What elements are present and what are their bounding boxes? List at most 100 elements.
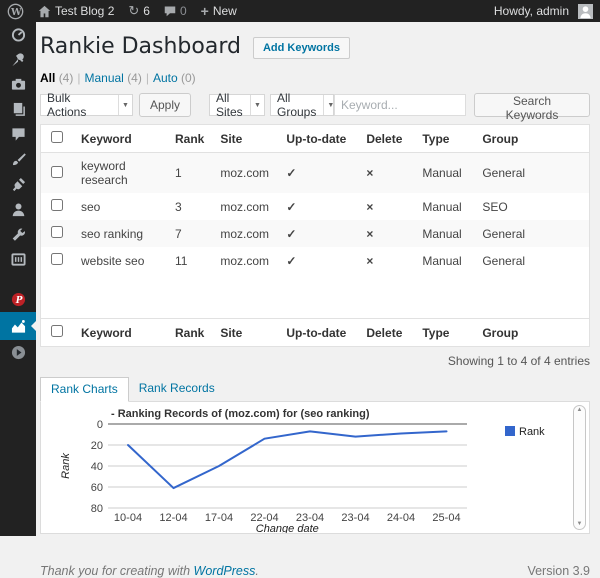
keyword-search-input[interactable] [334,94,466,116]
apply-button[interactable]: Apply [139,93,191,117]
table-row: seo 3 moz.com ✓ × Manual SEO [41,193,590,220]
svg-text:20: 20 [91,440,103,452]
rank-line-chart: 02040608010-0412-0417-0422-0423-0423-042… [55,405,587,533]
sidebar-item-settings[interactable] [0,247,36,272]
scroll-up-icon[interactable]: ▲ [577,406,583,415]
select-all-checkbox[interactable] [51,131,63,143]
svg-text:0: 0 [97,419,103,431]
new-content-menu[interactable]: + New [194,0,244,22]
version-text: Version 3.9 [527,564,590,578]
cell-keyword: website seo [73,247,167,274]
svg-text:60: 60 [91,482,103,494]
add-keywords-button[interactable]: Add Keywords [253,37,350,59]
all-groups-value: All Groups [277,91,316,119]
col-group: Group [474,319,589,347]
howdy-text: Howdy, admin [494,4,569,18]
settings-panel-icon [11,252,26,267]
chart-scrollbar[interactable]: ▲ ▼ [573,405,586,530]
svg-text:40: 40 [91,461,103,473]
tab-rank-charts[interactable]: Rank Charts [40,377,129,402]
col-delete: Delete [358,319,414,347]
col-keyword: Keyword [73,319,167,347]
my-account-menu[interactable]: Howdy, admin [487,0,600,22]
row-checkbox[interactable] [51,253,63,265]
updates-icon: ↻ [128,3,139,19]
sidebar-item-appearance[interactable] [0,147,36,172]
avatar [578,4,593,19]
update-count: 6 [143,4,150,18]
svg-text:Rank: Rank [519,426,545,438]
filter-separator: | [77,71,80,85]
comments-icon [164,5,176,17]
dashboard-icon [11,27,26,42]
plus-icon: + [201,3,209,19]
svg-text:17-04: 17-04 [205,512,233,524]
wordpress-link[interactable]: WordPress [194,564,256,578]
tab-rank-records[interactable]: Rank Records [129,377,225,401]
cell-rank: 1 [167,153,212,194]
sidebar-separator [0,272,36,287]
wp-logo-menu[interactable]: W [0,0,31,22]
uptodate-check-icon: ✓ [278,193,358,220]
rank-chart-icon [11,319,26,334]
cell-rank: 3 [167,193,212,220]
updates-menu[interactable]: ↻ 6 [121,0,157,22]
media-icon [11,77,26,92]
all-sites-select[interactable]: All Sites ▼ [209,94,265,116]
sidebar-item-dashboard[interactable] [0,22,36,47]
cell-site: moz.com [212,153,278,194]
admin-menu: P [0,22,36,536]
all-sites-value: All Sites [216,91,243,119]
svg-text:Change date: Change date [256,523,319,533]
sidebar-item-pages[interactable] [0,97,36,122]
filter-all[interactable]: All (4) [40,71,73,85]
cell-type: Manual [414,193,474,220]
svg-text:23-04: 23-04 [341,512,369,524]
row-checkbox[interactable] [51,199,63,211]
filter-links: All (4)|Manual (4)|Auto (0) [40,71,590,85]
sidebar-item-comments[interactable] [0,122,36,147]
sidebar-item-rankie[interactable] [0,312,36,340]
select-all-checkbox[interactable] [51,325,63,337]
sidebar-item-media[interactable] [0,72,36,97]
col-site: Site [212,319,278,347]
svg-text:10-04: 10-04 [114,512,142,524]
svg-text:24-04: 24-04 [387,512,415,524]
col-uptodate: Up-to-date [278,125,358,153]
row-checkbox[interactable] [51,166,63,178]
svg-text:25-04: 25-04 [432,512,460,524]
all-groups-select[interactable]: All Groups ▼ [270,94,334,116]
bulk-actions-value: Bulk Actions [47,91,111,119]
cell-group: General [474,220,589,247]
svg-text:80: 80 [91,503,103,515]
search-keywords-button[interactable]: Search Keywords [474,93,590,117]
site-name: Test Blog 2 [55,4,114,18]
site-name-menu[interactable]: Test Blog 2 [31,0,121,22]
sidebar-item-posts[interactable] [0,47,36,72]
cell-site: moz.com [212,193,278,220]
row-checkbox[interactable] [51,226,63,238]
cell-keyword: seo [73,193,167,220]
delete-x-icon[interactable]: × [358,193,414,220]
cell-site: moz.com [212,220,278,247]
plug-icon [11,177,26,192]
cell-type: Manual [414,220,474,247]
scroll-down-icon[interactable]: ▼ [577,520,583,529]
filter-manual[interactable]: Manual (4) [84,71,141,85]
sidebar-item-plugins[interactable] [0,172,36,197]
delete-x-icon[interactable]: × [358,153,414,194]
table-header-row: Keyword Rank Site Up-to-date Delete Type… [41,125,590,153]
pages-icon [11,102,26,117]
bulk-actions-select[interactable]: Bulk Actions ▼ [40,94,133,116]
sidebar-collapse-button[interactable] [0,340,36,365]
keywords-table: Keyword Rank Site Up-to-date Delete Type… [40,124,590,347]
user-icon [11,202,26,217]
sidebar-item-pinterest-plugin[interactable]: P [0,287,36,312]
comments-menu[interactable]: 0 [157,0,194,22]
sidebar-item-tools[interactable] [0,222,36,247]
delete-x-icon[interactable]: × [358,220,414,247]
sidebar-item-users[interactable] [0,197,36,222]
filter-auto[interactable]: Auto (0) [153,71,196,85]
cell-group: General [474,247,589,274]
delete-x-icon[interactable]: × [358,247,414,274]
